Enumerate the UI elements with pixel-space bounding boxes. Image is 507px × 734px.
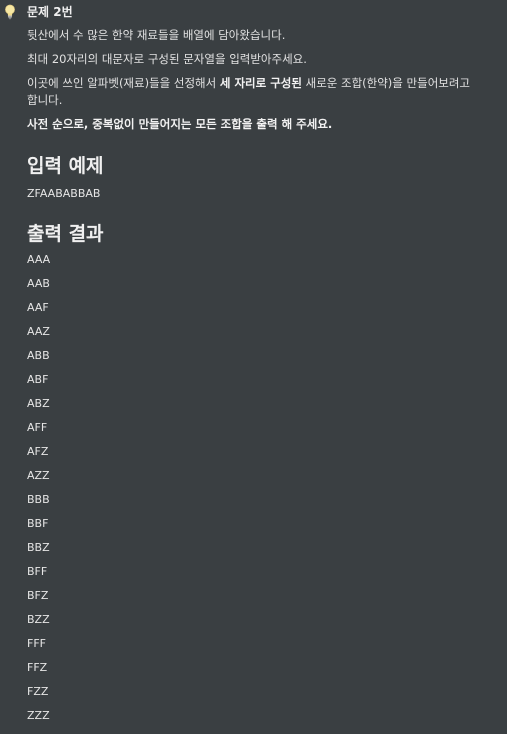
output-result-heading: 출력 결과 bbox=[27, 223, 104, 245]
output-result-item: ABZ bbox=[27, 397, 50, 410]
output-result-item: AAZ bbox=[27, 325, 50, 338]
problem-line-4-text-end: 주세요. bbox=[292, 117, 333, 131]
output-result-list: AAA AAB AAF AAZ ABB ABF ABZ AFF AFZ AZZ BBB BBF BBZ B… bbox=[27, 252, 501, 732]
input-example-value: ZFAABABBAB bbox=[27, 187, 101, 200]
problem-title: 문제 2번 bbox=[27, 5, 73, 19]
output-result-item: AFF bbox=[27, 421, 48, 434]
output-result-item: AFZ bbox=[27, 445, 49, 458]
output-result-item: BBF bbox=[27, 517, 49, 530]
output-result-item: FZZ bbox=[27, 685, 49, 698]
lightbulb-icon bbox=[5, 4, 15, 20]
problem-line-4: 사전 순으로, 중복없이 만들어지는 모든 조합을 출력 해 주세요. bbox=[27, 116, 501, 133]
problem-line-2: 최대 20자리의 대문자로 구성된 문자열을 입력받아주세요. bbox=[27, 52, 307, 66]
problem-page: 문제 2번 뒷산에서 수 많은 한약 재료들을 배열에 담아왔습니다. 최대 2… bbox=[0, 0, 507, 734]
problem-line-4-text: 사전 순으로, 중복없이 만들어지는 모든 조합을 출력 bbox=[27, 117, 282, 131]
output-result-item: AAB bbox=[27, 277, 50, 290]
problem-content: 문제 2번 뒷산에서 수 많은 한약 재료들을 배열에 담아왔습니다. 최대 2… bbox=[27, 4, 501, 732]
output-result-item: ABB bbox=[27, 349, 50, 362]
problem-line-3-emphasis: 세 자리로 구성된 bbox=[219, 76, 302, 90]
problem-line-1: 뒷산에서 수 많은 한약 재료들을 배열에 담아왔습니다. bbox=[27, 28, 286, 42]
problem-line-4-mid: 해 bbox=[281, 117, 293, 131]
output-result-item: AAF bbox=[27, 301, 49, 314]
output-result-item: ZZZ bbox=[27, 709, 50, 722]
output-result-item: ABF bbox=[27, 373, 49, 386]
problem-line-3-text: 이곳에 쓰인 알파벳(재료)들을 선정해서 bbox=[27, 76, 220, 90]
output-result-item: FFF bbox=[27, 637, 46, 650]
output-result-item: AAA bbox=[27, 253, 51, 266]
output-result-item: BFF bbox=[27, 565, 48, 578]
output-result-item: AZZ bbox=[27, 469, 50, 482]
output-result-item: BBZ bbox=[27, 541, 50, 554]
problem-line-3: 이곳에 쓰인 알파벳(재료)들을 선정해서 세 자리로 구성된 새로운 조합(한… bbox=[27, 75, 501, 109]
input-example-heading: 입력 예제 bbox=[27, 155, 104, 177]
output-result-item: FFZ bbox=[27, 661, 48, 674]
output-result-item: BZZ bbox=[27, 613, 50, 626]
output-result-item: BFZ bbox=[27, 589, 49, 602]
output-result-item: BBB bbox=[27, 493, 50, 506]
